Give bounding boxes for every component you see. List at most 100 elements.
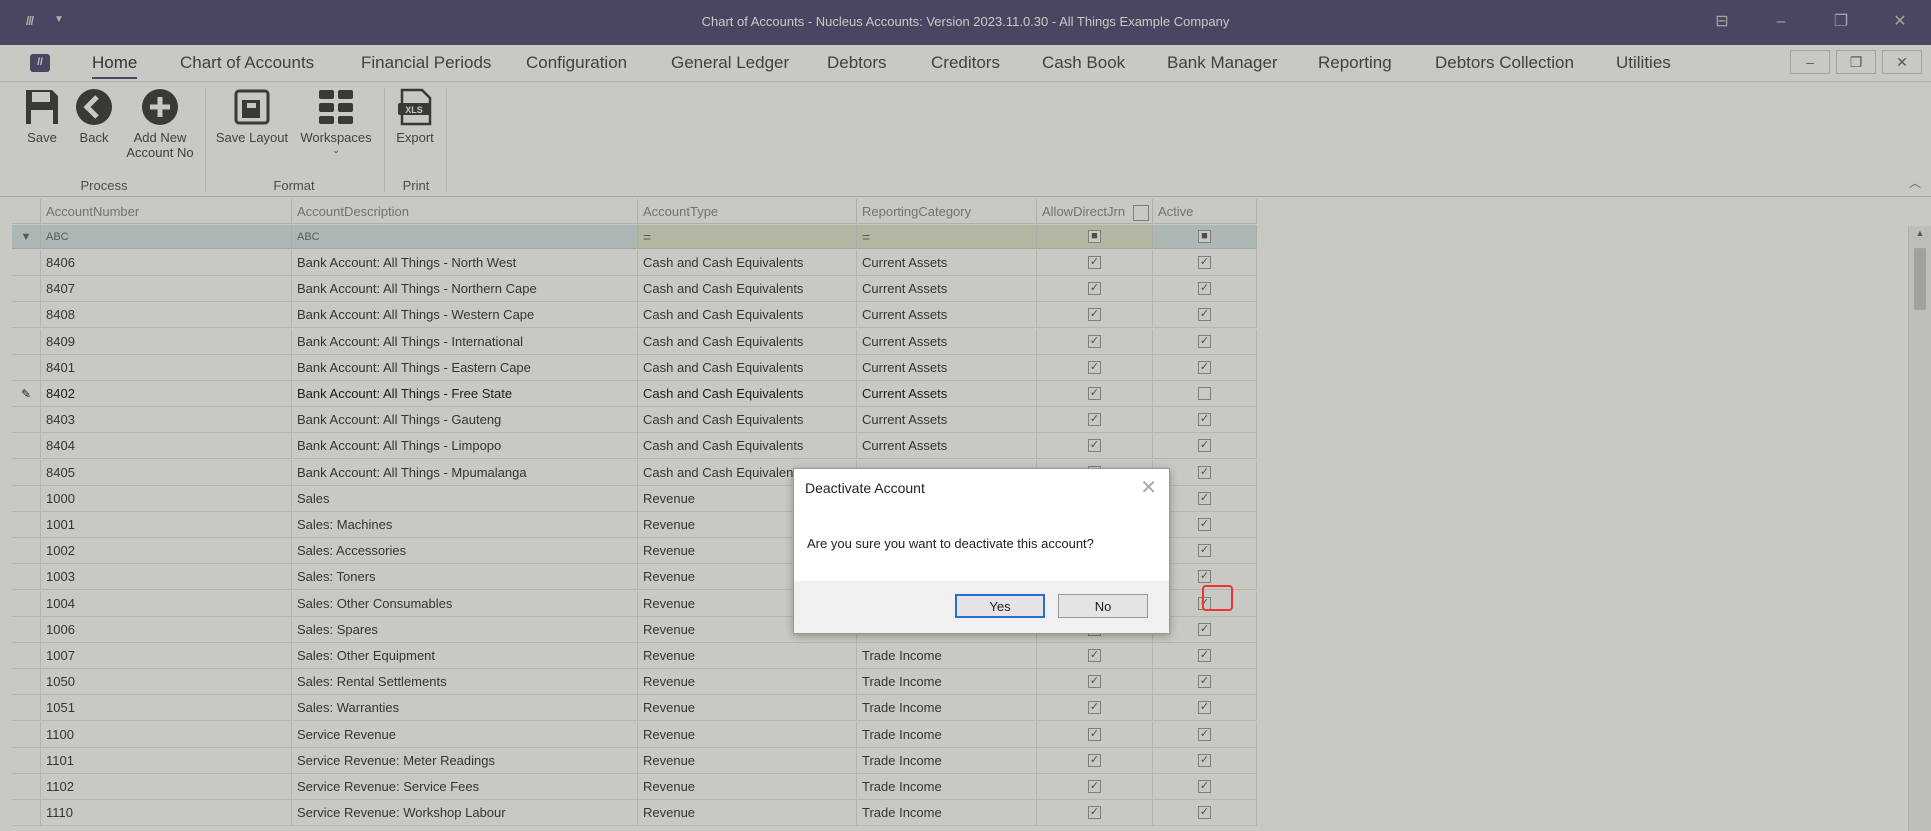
- workspaces-button[interactable]: Workspaces ⌄: [296, 88, 376, 158]
- cell-reporting-category[interactable]: Trade Income: [857, 774, 1037, 800]
- allow-direct-jrn-checkbox[interactable]: ✓: [1088, 753, 1101, 767]
- active-checkbox[interactable]: ✓: [1198, 491, 1211, 505]
- cell-reporting-category[interactable]: Trade Income: [857, 800, 1037, 827]
- active-checkbox[interactable]: ✓: [1198, 439, 1211, 453]
- table-row[interactable]: 1100 Service Revenue Revenue Trade Income ✓ ✓: [12, 721, 1257, 748]
- cell-account-type[interactable]: Revenue: [638, 800, 857, 827]
- active-checkbox[interactable]: ✓: [1198, 518, 1211, 531]
- cell-active[interactable]: [1153, 381, 1257, 407]
- cell-account-number[interactable]: 1007: [41, 643, 292, 669]
- active-checkbox[interactable]: ✓: [1198, 360, 1211, 374]
- cell-active[interactable]: ✓: [1153, 643, 1257, 669]
- cell-account-type[interactable]: Revenue: [638, 643, 857, 669]
- active-checkbox[interactable]: ✓: [1198, 570, 1211, 584]
- cell-active[interactable]: ✓: [1153, 250, 1257, 276]
- cell-account-description[interactable]: Service Revenue: Service Fees: [292, 774, 638, 800]
- export-button[interactable]: XLS Export: [390, 88, 440, 145]
- allow-direct-jrn-checkbox[interactable]: ✓: [1088, 387, 1101, 400]
- close-window-button[interactable]: ✕: [1885, 10, 1915, 34]
- save-layout-button[interactable]: Save Layout: [212, 88, 292, 145]
- table-row[interactable]: 8408 Bank Account: All Things - Western C…: [12, 302, 1257, 329]
- cell-active[interactable]: ✓: [1153, 747, 1257, 774]
- back-button[interactable]: Back: [74, 88, 114, 145]
- cell-allow-direct-jrn[interactable]: ✓: [1037, 328, 1153, 355]
- cell-account-description[interactable]: Sales: Other Equipment: [292, 643, 638, 669]
- menu-logo-icon[interactable]: //: [30, 54, 50, 72]
- cell-allow-direct-jrn[interactable]: ✓: [1037, 669, 1153, 696]
- cell-active[interactable]: ✓: [1153, 354, 1257, 381]
- cell-account-type[interactable]: Cash and Cash Equivalents: [638, 381, 857, 407]
- cell-account-description[interactable]: Sales: [292, 485, 638, 512]
- filter-reporting-category[interactable]: =: [857, 225, 1037, 249]
- cell-account-description[interactable]: Sales: Machines: [292, 512, 638, 538]
- cell-account-description[interactable]: Bank Account: All Things - Western Cape: [292, 302, 638, 329]
- filter-active[interactable]: ■: [1153, 225, 1257, 249]
- table-row[interactable]: 8406 Bank Account: All Things - North Wes…: [12, 250, 1257, 276]
- cell-allow-direct-jrn[interactable]: ✓: [1037, 721, 1153, 748]
- table-row[interactable]: 1110 Service Revenue: Workshop Labour Reve…: [12, 800, 1257, 827]
- active-checkbox[interactable]: ✓: [1198, 465, 1211, 479]
- cell-account-number[interactable]: 8407: [41, 276, 292, 303]
- cell-reporting-category[interactable]: Current Assets: [857, 302, 1037, 329]
- cell-account-description[interactable]: Bank Account: All Things - Mpumalanga: [292, 459, 638, 486]
- table-row[interactable]: 8407 Bank Account: All Things - Northern …: [12, 276, 1257, 303]
- cell-account-number[interactable]: 8406: [41, 250, 292, 276]
- scrollbar-thumb[interactable]: [1914, 248, 1926, 310]
- cell-active[interactable]: ✓: [1153, 407, 1257, 434]
- active-checkbox[interactable]: [1198, 387, 1211, 400]
- active-checkbox[interactable]: ✓: [1198, 701, 1211, 715]
- cell-account-number[interactable]: 8404: [41, 433, 292, 460]
- cell-account-type[interactable]: Revenue: [638, 774, 857, 800]
- menu-cash-book[interactable]: Cash Book: [1042, 53, 1125, 73]
- table-row[interactable]: 1102 Service Revenue: Service Fees Revenue…: [12, 774, 1257, 800]
- cell-account-number[interactable]: 1006: [41, 616, 292, 643]
- menu-configuration[interactable]: Configuration: [526, 53, 627, 73]
- allow-direct-jrn-checkbox[interactable]: ✓: [1088, 701, 1101, 715]
- cell-account-number[interactable]: 8401: [41, 354, 292, 381]
- cell-allow-direct-jrn[interactable]: ✓: [1037, 433, 1153, 460]
- cell-account-number[interactable]: 8408: [41, 302, 292, 329]
- cell-account-description[interactable]: Sales: Spares: [292, 616, 638, 643]
- filter-checkbox[interactable]: ■: [1088, 230, 1101, 243]
- cell-allow-direct-jrn[interactable]: ✓: [1037, 381, 1153, 407]
- cell-account-type[interactable]: Revenue: [638, 669, 857, 696]
- cell-active[interactable]: ✓: [1153, 721, 1257, 748]
- cell-account-type[interactable]: Cash and Cash Equivalents: [638, 302, 857, 329]
- cell-account-number[interactable]: 1004: [41, 590, 292, 617]
- filter-account-description[interactable]: ABC: [292, 225, 638, 249]
- table-row[interactable]: 8404 Bank Account: All Things - Limpopo Ca…: [12, 433, 1257, 460]
- filter-checkbox[interactable]: ■: [1198, 230, 1211, 243]
- header-reporting-category[interactable]: ReportingCategory: [857, 199, 1037, 224]
- menu-creditors[interactable]: Creditors: [931, 53, 1000, 73]
- cell-allow-direct-jrn[interactable]: ✓: [1037, 276, 1153, 303]
- table-row[interactable]: 1051 Sales: Warranties Revenue Trade Income…: [12, 695, 1257, 722]
- cell-account-number[interactable]: 1051: [41, 695, 292, 722]
- save-button[interactable]: Save: [20, 88, 64, 145]
- menu-financial-periods[interactable]: Financial Periods: [361, 53, 491, 73]
- vertical-scrollbar[interactable]: ▲: [1908, 226, 1931, 831]
- table-row[interactable]: 1101 Service Revenue: Meter Readings Reven…: [12, 747, 1257, 774]
- cell-account-type[interactable]: Revenue: [638, 721, 857, 748]
- cell-allow-direct-jrn[interactable]: ✓: [1037, 774, 1153, 800]
- cell-account-description[interactable]: Sales: Toners: [292, 564, 638, 591]
- cell-allow-direct-jrn[interactable]: ✓: [1037, 800, 1153, 827]
- mdi-restore-button[interactable]: ❐: [1836, 50, 1876, 74]
- cell-account-type[interactable]: Revenue: [638, 747, 857, 774]
- active-checkbox[interactable]: ✓: [1198, 753, 1211, 767]
- filter-allow-direct-jrn[interactable]: ■: [1037, 225, 1153, 249]
- cell-account-type[interactable]: Cash and Cash Equivalents: [638, 250, 857, 276]
- cell-active[interactable]: ✓: [1153, 433, 1257, 460]
- filter-account-type[interactable]: =: [638, 225, 857, 249]
- cell-account-description[interactable]: Service Revenue: [292, 721, 638, 748]
- active-checkbox[interactable]: ✓: [1198, 622, 1211, 636]
- cell-account-number[interactable]: 1101: [41, 747, 292, 774]
- cell-allow-direct-jrn[interactable]: ✓: [1037, 407, 1153, 434]
- mdi-minimize-button[interactable]: –: [1790, 50, 1830, 74]
- cell-active[interactable]: ✓: [1153, 774, 1257, 800]
- cell-account-description[interactable]: Bank Account: All Things - North West: [292, 250, 638, 276]
- allow-direct-jrn-checkbox[interactable]: ✓: [1088, 806, 1101, 820]
- cell-reporting-category[interactable]: Trade Income: [857, 721, 1037, 748]
- allow-direct-jrn-checkbox[interactable]: ✓: [1088, 256, 1101, 269]
- cell-allow-direct-jrn[interactable]: ✓: [1037, 643, 1153, 669]
- active-checkbox[interactable]: ✓: [1198, 649, 1211, 662]
